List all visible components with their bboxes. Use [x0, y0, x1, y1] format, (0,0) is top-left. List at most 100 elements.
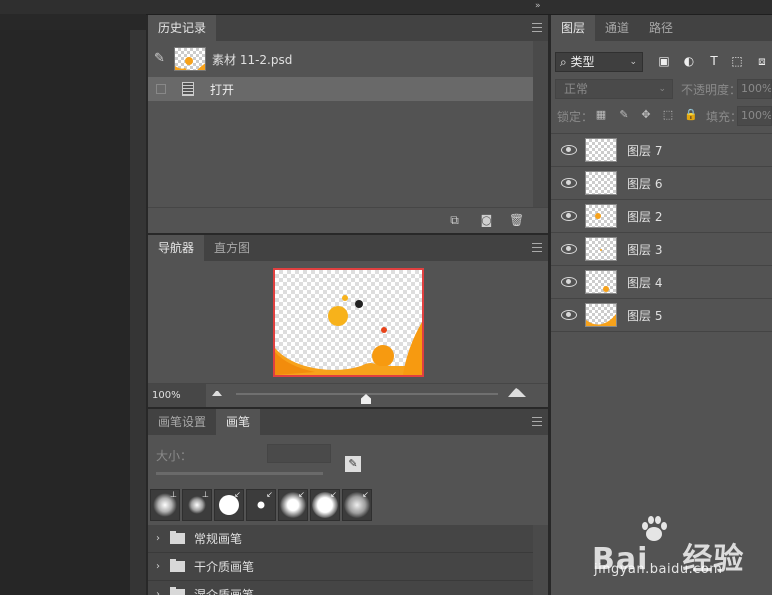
eye-icon[interactable] — [561, 277, 577, 287]
layer-name: 图层 2 — [627, 209, 663, 224]
filter-type-icon[interactable]: T — [707, 54, 721, 68]
tab-brush-settings[interactable]: 画笔设置 — [148, 409, 216, 435]
eye-icon[interactable] — [561, 244, 577, 254]
edit-brush-icon[interactable]: ✎ — [345, 456, 361, 472]
chevron-right-icon[interactable]: › — [156, 561, 168, 572]
tab-paths[interactable]: 路径 — [639, 15, 683, 41]
history-scrollbar[interactable] — [533, 41, 548, 207]
watermark-url: jingyan.baidu.com — [594, 562, 723, 577]
layers-tabbar: 图层 通道 路径 — [551, 15, 772, 41]
brush-groups: › 常规画笔 › 干介质画笔 › 湿介质画笔 — [148, 525, 533, 595]
filter-adjustment-icon[interactable]: ◐ — [682, 54, 696, 68]
opacity-input[interactable]: 100% — [737, 79, 772, 99]
panel-menu-icon[interactable] — [532, 243, 542, 252]
navigator-panel: 导航器 直方图 100% — [148, 235, 548, 407]
history-brush-source-icon[interactable]: ✎ — [154, 51, 170, 67]
chevron-down-icon: ⌄ — [629, 57, 637, 67]
chevron-down-icon: ⌄ — [658, 84, 666, 94]
zoom-level-input[interactable]: 100% — [148, 384, 206, 407]
opacity-label: 不透明度： — [681, 83, 742, 97]
brush-preset[interactable]: ↙ — [214, 489, 244, 521]
layer-filter-kind-select[interactable]: ⌕ 类型 ⌄ — [555, 52, 643, 72]
brush-group-label: 常规画笔 — [194, 532, 243, 546]
folder-icon — [170, 587, 185, 595]
eye-icon[interactable] — [561, 145, 577, 155]
brush-preset[interactable]: ↙ — [310, 489, 340, 521]
zoom-in-icon[interactable] — [508, 388, 526, 397]
filter-smart-object-icon[interactable]: ⧈ — [755, 54, 769, 68]
brush-group-label: 湿介质画笔 — [194, 588, 255, 595]
layer-thumbnail — [585, 270, 617, 294]
eye-icon[interactable] — [561, 211, 577, 221]
brush-size-slider[interactable] — [156, 472, 323, 475]
lock-image-pixels-icon[interactable]: ✎ — [618, 109, 630, 121]
zoom-slider-thumb[interactable] — [361, 394, 371, 404]
brush-preset[interactable]: ↙ — [342, 489, 372, 521]
new-document-from-state-icon[interactable]: ⧉ — [448, 214, 461, 227]
tab-channels[interactable]: 通道 — [595, 15, 639, 41]
history-step-checkbox[interactable] — [156, 84, 166, 94]
panel-menu-icon[interactable] — [532, 23, 542, 32]
layer-row[interactable]: 图层 7 — [551, 134, 772, 167]
brushes-panel: 画笔设置 画笔 大小： ✎ ⊥ ⊥ ↙ ↙ ↙ ↙ ↙ › 常规画笔 › 干介质… — [148, 409, 548, 595]
chevron-right-icon[interactable]: › — [156, 533, 168, 544]
layer-name: 图层 7 — [627, 143, 663, 158]
brushes-scrollbar[interactable] — [533, 525, 548, 595]
brush-group-wet-media[interactable]: › 湿介质画笔 — [148, 581, 533, 595]
lock-transparent-pixels-icon[interactable]: ▦ — [595, 109, 607, 121]
zoom-slider-track[interactable] — [236, 393, 498, 395]
brush-group-dry-media[interactable]: › 干介质画笔 — [148, 553, 533, 581]
lock-position-icon[interactable]: ✥ — [640, 109, 652, 121]
chevron-right-icon[interactable]: › — [156, 589, 168, 595]
tab-histogram[interactable]: 直方图 — [204, 235, 260, 261]
filter-shape-icon[interactable]: ⬚ — [730, 54, 744, 68]
layer-row[interactable]: 图层 4 — [551, 266, 772, 299]
brush-preset[interactable]: ⊥ — [150, 489, 180, 521]
tab-layers[interactable]: 图层 — [551, 15, 596, 41]
history-step-label: 打开 — [210, 82, 235, 97]
folder-icon — [170, 531, 185, 544]
snapshot-camera-icon[interactable]: ◙ — [480, 214, 493, 227]
panel-menu-icon[interactable] — [532, 417, 542, 426]
layer-row[interactable]: 图层 5 — [551, 299, 772, 332]
tab-history[interactable]: 历史记录 — [148, 15, 217, 41]
layer-row[interactable]: 图层 3 — [551, 233, 772, 266]
fill-input[interactable]: 100% — [737, 106, 772, 126]
eye-icon[interactable] — [561, 310, 577, 320]
brush-preset[interactable]: ⊥ — [182, 489, 212, 521]
layer-thumbnail — [585, 204, 617, 228]
layer-name: 图层 3 — [627, 242, 663, 257]
brush-group-general[interactable]: › 常规画笔 — [148, 525, 533, 553]
navigator-zoom-bar: 100% — [148, 383, 548, 407]
brush-preset[interactable]: ↙ — [278, 489, 308, 521]
brush-size-input[interactable] — [267, 444, 331, 463]
snapshot-name: 素材 11-2.psd — [212, 52, 293, 67]
lock-all-icon[interactable]: 🔒 — [684, 109, 698, 121]
layer-thumbnail — [585, 171, 617, 195]
zoom-out-icon[interactable] — [212, 391, 222, 396]
folder-icon — [170, 559, 185, 572]
layer-row[interactable]: 图层 6 — [551, 167, 772, 200]
history-footer: ⧉ ◙ 🗑 — [148, 207, 548, 233]
layer-row[interactable]: 图层 2 — [551, 200, 772, 233]
blend-mode-value: 正常 — [564, 82, 589, 96]
brush-preset[interactable]: ↙ — [246, 489, 276, 521]
history-step-open[interactable]: 打开 — [148, 77, 533, 101]
top-bar — [0, 0, 772, 14]
lock-artboard-icon[interactable]: ⬚ — [662, 109, 674, 121]
layer-filter-kind-value: 类型 — [570, 55, 595, 69]
blend-mode-select[interactable]: 正常 ⌄ — [555, 79, 673, 99]
history-snapshot-row[interactable]: ✎ 素材 11-2.psd — [148, 41, 548, 77]
collapse-panels-icon[interactable]: » — [535, 1, 540, 11]
trash-icon[interactable]: 🗑 — [509, 214, 524, 227]
tab-navigator[interactable]: 导航器 — [148, 235, 205, 261]
filter-pixel-icon[interactable]: ▣ — [657, 54, 671, 68]
layer-name: 图层 5 — [627, 308, 663, 323]
tab-brushes[interactable]: 画笔 — [216, 409, 261, 435]
canvas-area[interactable] — [0, 30, 130, 595]
brushes-tabbar: 画笔设置 画笔 — [148, 409, 548, 435]
layer-thumbnail — [585, 138, 617, 162]
layer-name: 图层 6 — [627, 176, 663, 191]
navigator-preview[interactable] — [273, 268, 424, 377]
eye-icon[interactable] — [561, 178, 577, 188]
